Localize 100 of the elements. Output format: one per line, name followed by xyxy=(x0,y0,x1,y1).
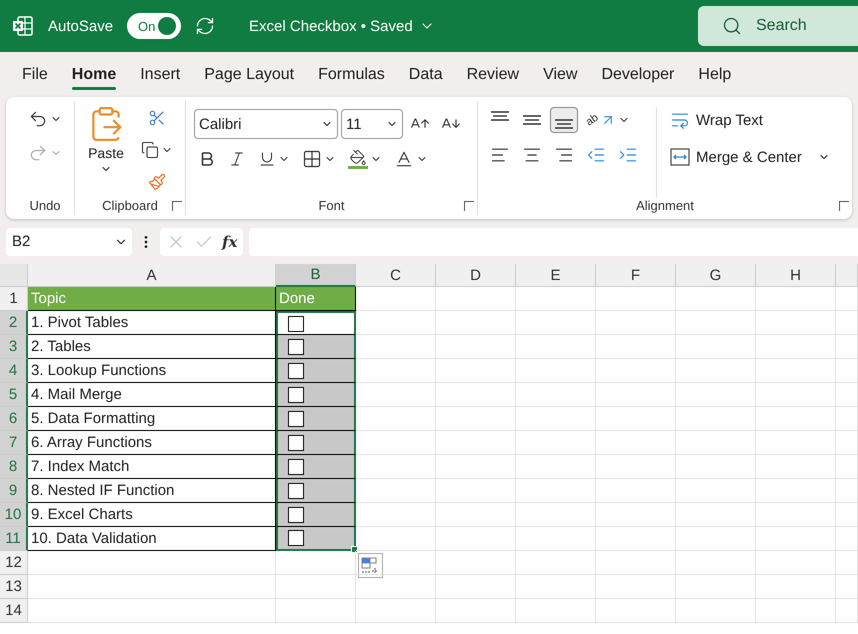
empty-cell[interactable] xyxy=(596,407,676,431)
empty-cell[interactable] xyxy=(436,575,516,599)
row-header[interactable]: 8 xyxy=(0,455,28,479)
empty-cell[interactable] xyxy=(436,335,516,359)
empty-cell[interactable] xyxy=(756,287,836,311)
empty-cell[interactable] xyxy=(756,527,836,551)
ribbon-tab[interactable]: Formulas xyxy=(306,60,397,90)
empty-cell[interactable] xyxy=(356,599,436,623)
empty-cell[interactable] xyxy=(676,575,756,599)
empty-cell[interactable] xyxy=(836,575,858,599)
empty-cell[interactable] xyxy=(756,311,836,335)
column-header[interactable]: B xyxy=(276,264,356,287)
autosave-toggle[interactable]: On xyxy=(127,13,182,39)
empty-cell[interactable] xyxy=(676,599,756,623)
empty-cell[interactable] xyxy=(596,575,676,599)
empty-cell[interactable] xyxy=(516,479,596,503)
ribbon-tab[interactable]: Help xyxy=(686,60,744,90)
empty-cell[interactable] xyxy=(676,359,756,383)
font-size-dropdown[interactable]: 11 xyxy=(341,109,403,139)
empty-cell[interactable] xyxy=(276,551,356,575)
empty-cell[interactable] xyxy=(676,455,756,479)
empty-cell[interactable] xyxy=(676,311,756,335)
font-name-dropdown[interactable]: Calibri xyxy=(194,109,338,139)
ribbon-tab[interactable]: Insert xyxy=(128,60,192,90)
empty-cell[interactable] xyxy=(836,311,858,335)
empty-cell[interactable] xyxy=(756,359,836,383)
empty-cell[interactable] xyxy=(436,527,516,551)
empty-cell[interactable] xyxy=(276,599,356,623)
column-header[interactable]: E xyxy=(516,264,596,287)
column-header[interactable]: G xyxy=(676,264,756,287)
column-header[interactable]: D xyxy=(436,264,516,287)
fill-handle[interactable] xyxy=(351,546,358,553)
empty-cell[interactable] xyxy=(516,287,596,311)
checkbox[interactable] xyxy=(288,482,304,498)
empty-cell[interactable] xyxy=(516,431,596,455)
column-header[interactable]: A xyxy=(28,264,276,287)
row-header[interactable]: 3 xyxy=(0,335,28,359)
empty-cell[interactable] xyxy=(596,503,676,527)
empty-cell[interactable] xyxy=(436,551,516,575)
empty-cell[interactable] xyxy=(596,527,676,551)
empty-cell[interactable] xyxy=(676,383,756,407)
empty-cell[interactable] xyxy=(436,287,516,311)
column-header[interactable]: C xyxy=(356,264,436,287)
column-header[interactable] xyxy=(836,264,858,287)
ribbon-tab[interactable]: Review xyxy=(454,60,532,90)
vertical-align-button[interactable] xyxy=(550,107,578,133)
row-header[interactable]: 7 xyxy=(0,431,28,455)
checkbox[interactable] xyxy=(288,362,304,378)
empty-cell[interactable] xyxy=(836,503,858,527)
empty-cell[interactable] xyxy=(596,359,676,383)
empty-cell[interactable] xyxy=(516,551,596,575)
checkbox[interactable] xyxy=(288,316,304,332)
row-header[interactable]: 5 xyxy=(0,383,28,407)
empty-cell[interactable] xyxy=(756,551,836,575)
empty-cell[interactable] xyxy=(836,527,858,551)
empty-cell[interactable] xyxy=(516,311,596,335)
checkbox[interactable] xyxy=(288,434,304,450)
empty-cell[interactable] xyxy=(436,407,516,431)
empty-cell[interactable] xyxy=(756,383,836,407)
empty-cell[interactable] xyxy=(756,599,836,623)
empty-cell[interactable] xyxy=(596,479,676,503)
search-field[interactable]: Search xyxy=(698,6,858,46)
empty-cell[interactable] xyxy=(436,599,516,623)
checkbox[interactable] xyxy=(288,458,304,474)
empty-cell[interactable] xyxy=(596,383,676,407)
wrap-text-button[interactable]: Wrap Text xyxy=(667,107,766,133)
empty-cell[interactable] xyxy=(436,455,516,479)
orientation-button[interactable]: ab xyxy=(582,108,634,132)
empty-cell[interactable] xyxy=(676,503,756,527)
empty-cell[interactable] xyxy=(676,479,756,503)
empty-cell[interactable] xyxy=(596,599,676,623)
empty-cell[interactable] xyxy=(676,431,756,455)
column-header[interactable]: F xyxy=(596,264,676,287)
ribbon-tab[interactable]: Developer xyxy=(589,60,686,90)
empty-cell[interactable] xyxy=(596,287,676,311)
empty-cell[interactable] xyxy=(676,407,756,431)
empty-cell[interactable] xyxy=(276,575,356,599)
checkbox[interactable] xyxy=(288,386,304,402)
empty-cell[interactable] xyxy=(836,551,858,575)
row-header[interactable]: 2 xyxy=(0,311,28,335)
row-header[interactable]: 10 xyxy=(0,503,28,527)
ribbon-tab[interactable]: Home xyxy=(60,60,128,90)
dialog-launcher-icon[interactable] xyxy=(464,201,474,211)
row-header[interactable]: 6 xyxy=(0,407,28,431)
empty-cell[interactable] xyxy=(516,335,596,359)
empty-cell[interactable] xyxy=(596,335,676,359)
empty-cell[interactable] xyxy=(836,431,858,455)
ribbon-tab[interactable]: Page Layout xyxy=(192,60,306,90)
merge-center-button[interactable]: Merge & Center xyxy=(667,145,833,169)
empty-cell[interactable] xyxy=(676,527,756,551)
row-header[interactable]: 11 xyxy=(0,527,28,551)
empty-cell[interactable] xyxy=(756,575,836,599)
empty-cell[interactable] xyxy=(516,359,596,383)
empty-cell[interactable] xyxy=(676,287,756,311)
empty-cell[interactable] xyxy=(516,455,596,479)
insert-function-button[interactable]: fx xyxy=(222,232,238,250)
row-header[interactable]: 4 xyxy=(0,359,28,383)
ribbon-tab[interactable]: View xyxy=(531,60,590,90)
empty-cell[interactable] xyxy=(836,407,858,431)
checkbox[interactable] xyxy=(288,410,304,426)
